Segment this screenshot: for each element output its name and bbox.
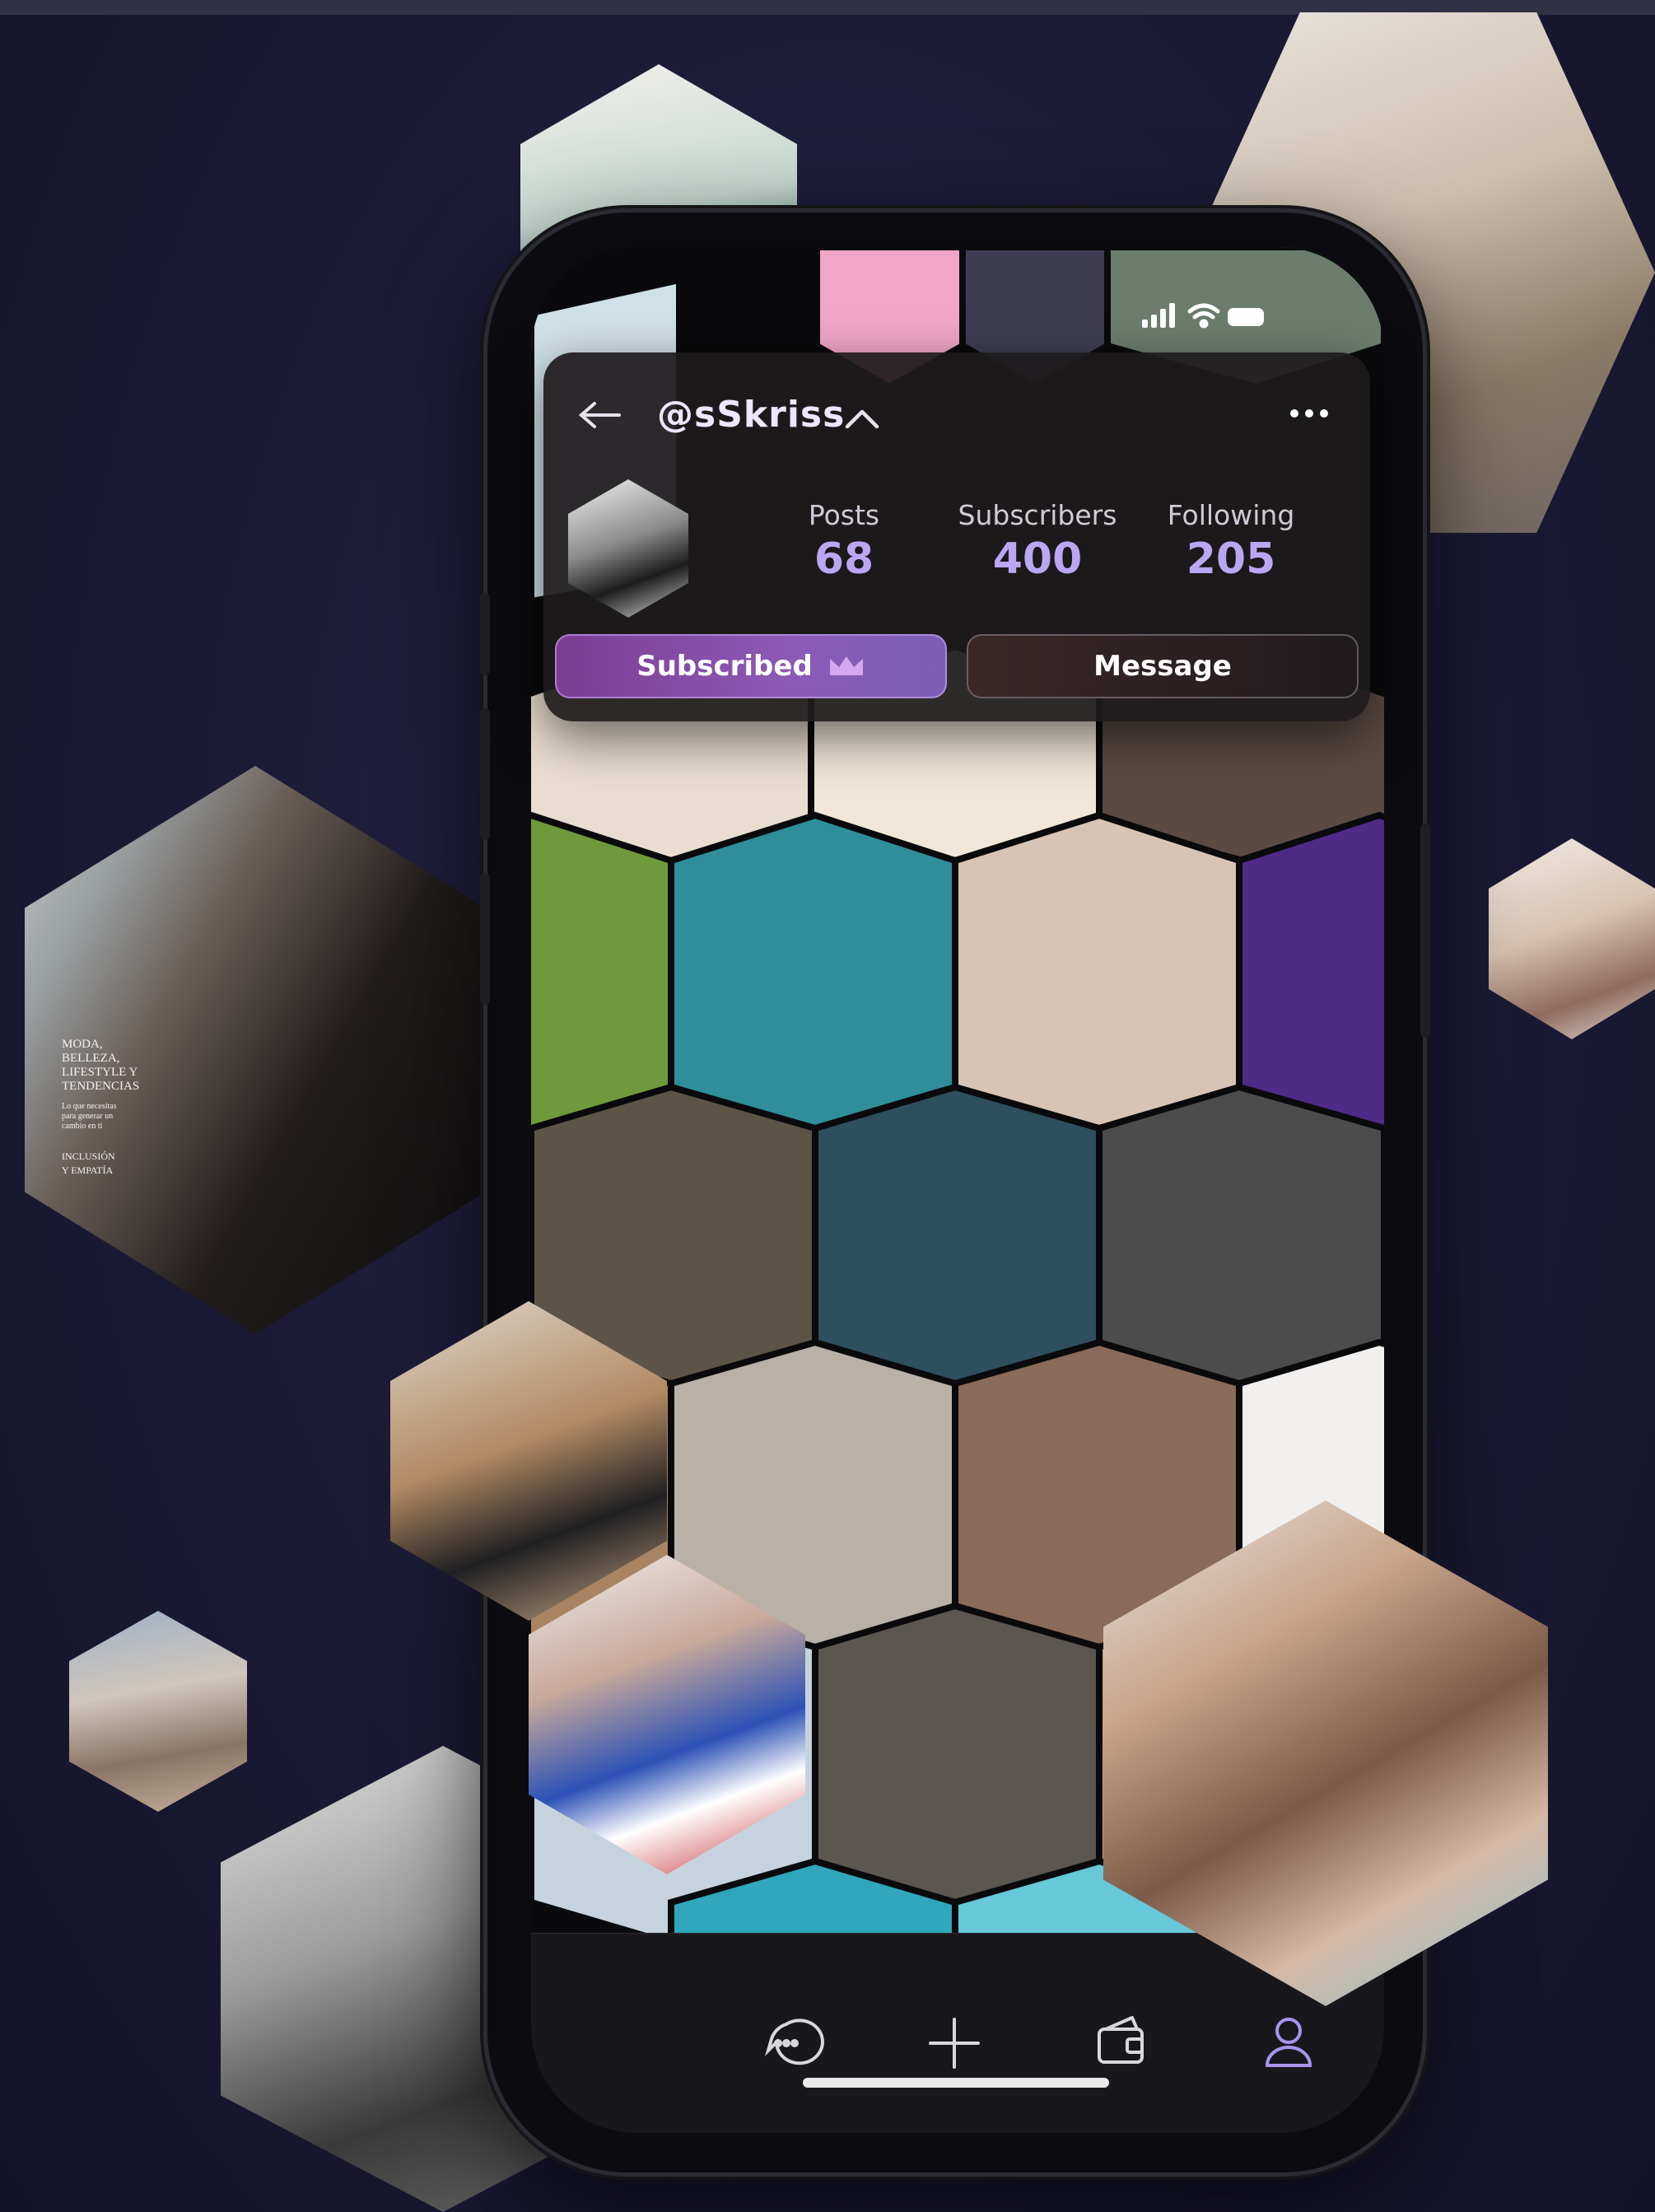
message-button[interactable]: Message — [967, 634, 1359, 698]
phone-volume-down — [480, 873, 490, 1005]
stat-value: 400 — [992, 534, 1083, 584]
wallet-icon[interactable] — [1098, 2016, 1144, 2064]
floating-photo-magazine-cover: MODA, BELLEZA, LIFESTYLE Y TENDENCIAS Lo qu… — [25, 766, 486, 1334]
stat-following[interactable]: Following 205 — [1140, 499, 1322, 584]
stat-value: 68 — [814, 534, 874, 584]
battery-icon — [1228, 308, 1264, 326]
magazine-cover-text: MODA, BELLEZA, LIFESTYLE Y TENDENCIAS Lo qu… — [62, 1038, 140, 1176]
message-button-label: Message — [1093, 650, 1232, 683]
phone-volume-up — [480, 708, 490, 840]
stat-posts[interactable]: Posts 68 — [753, 499, 935, 584]
profile-header-card: @sSkriss Posts 68 Subscribers 400 Follow… — [543, 352, 1370, 721]
phone-power-button — [1420, 824, 1430, 1038]
subscribed-button[interactable]: Subscribed — [555, 634, 947, 698]
stat-label: Posts — [808, 499, 880, 531]
floating-photo-woman-coat-small — [69, 1611, 247, 1812]
stat-label: Following — [1167, 499, 1295, 531]
arrow-left-icon[interactable] — [576, 399, 626, 432]
stat-value: 205 — [1186, 534, 1276, 584]
crown-icon — [829, 656, 863, 675]
home-indicator — [803, 2078, 1109, 2088]
subscribed-button-label: Subscribed — [636, 650, 813, 683]
avatar[interactable] — [568, 479, 688, 618]
signal-bars-icon — [1142, 303, 1175, 328]
stat-subscribers[interactable]: Subscribers 400 — [947, 499, 1128, 584]
chat-bubble-icon[interactable] — [764, 2018, 824, 2065]
more-dots-icon[interactable] — [1286, 405, 1336, 422]
phone-side-button — [480, 593, 490, 675]
stat-label: Subscribers — [958, 499, 1117, 531]
plus-icon[interactable] — [929, 2018, 980, 2069]
profile-handle[interactable]: @sSkriss — [657, 394, 845, 436]
floating-photo-woman-portrait-right — [1489, 838, 1655, 1039]
wifi-icon — [1187, 303, 1220, 329]
chevron-up-icon[interactable] — [842, 402, 882, 435]
status-bar — [531, 247, 1384, 329]
person-icon[interactable] — [1265, 2018, 1312, 2067]
status-icons — [1142, 303, 1264, 329]
